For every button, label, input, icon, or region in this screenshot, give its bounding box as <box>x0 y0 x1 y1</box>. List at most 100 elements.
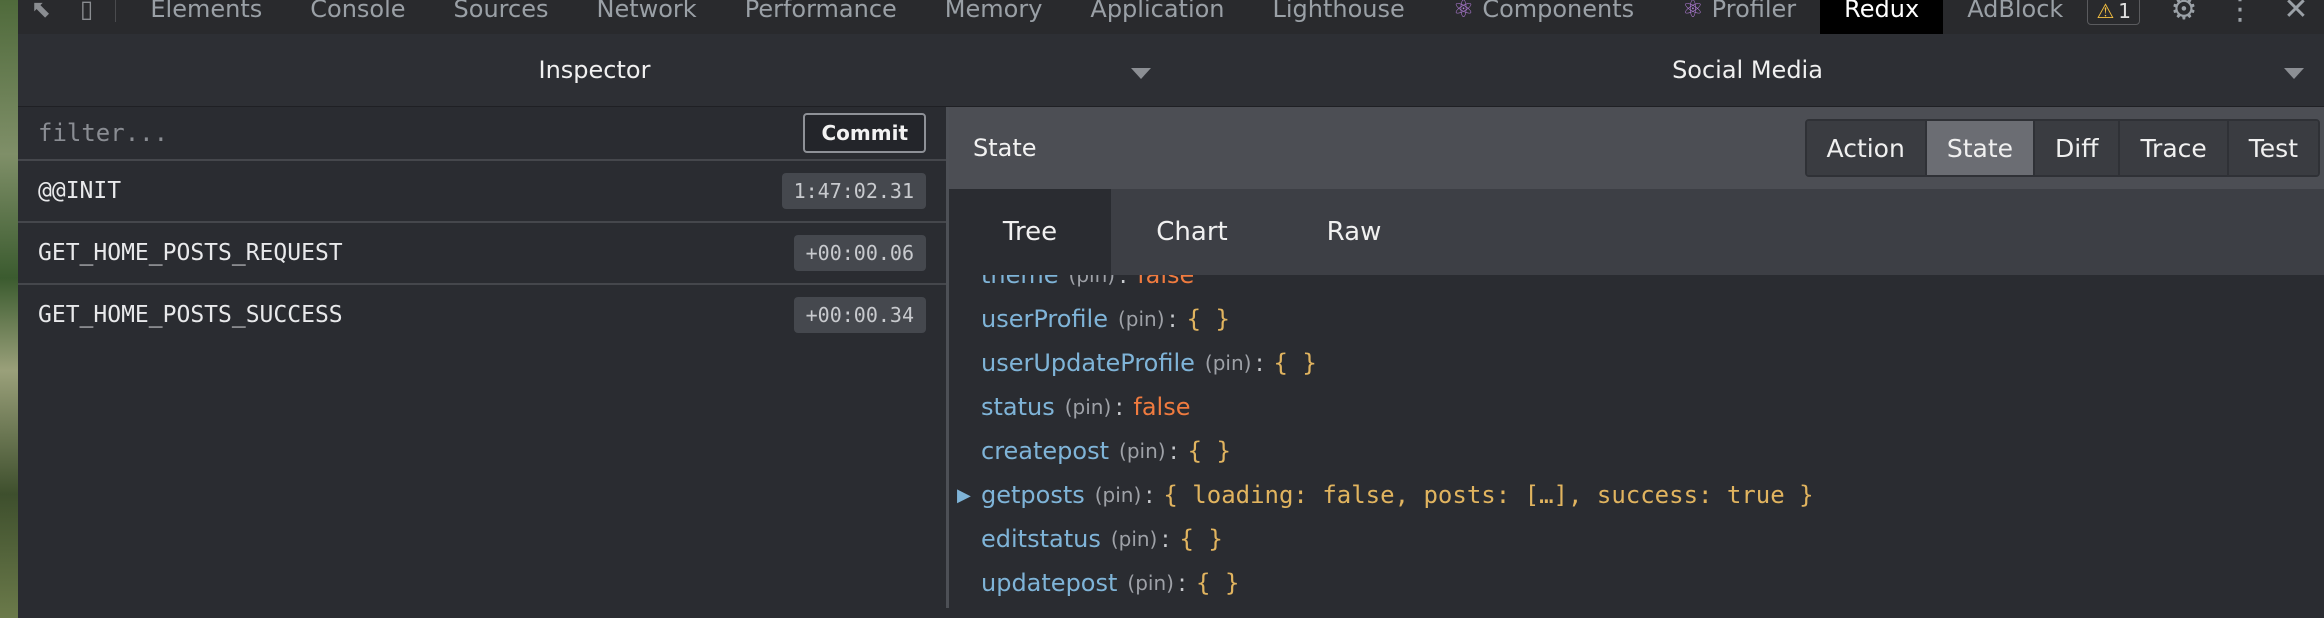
tab-performance[interactable]: Performance <box>721 0 921 26</box>
devtools-right-controls: ⚠ 1 ⚙ ⋮ ✕ <box>2087 0 2324 34</box>
store-select-label: Social Media <box>1672 56 1823 84</box>
tab-redux[interactable]: Redux <box>1820 0 1944 34</box>
tree-node[interactable]: createpost (pin) : { } <box>981 429 2324 473</box>
tab-tree[interactable]: Tree <box>949 189 1111 275</box>
devtools-tab-bar: ⬉ ▯ Elements Console Sources Network Per… <box>18 0 2324 35</box>
tree-colon: : <box>1169 437 1178 465</box>
tab-elements[interactable]: Elements <box>126 0 286 26</box>
pin-toggle[interactable]: (pin) <box>1069 275 1116 287</box>
tree-key: updatepost <box>981 569 1118 597</box>
warning-count: 1 <box>2118 0 2131 23</box>
settings-gear-icon[interactable]: ⚙ <box>2156 0 2212 27</box>
tab-action[interactable]: Action <box>1806 121 1927 175</box>
tree-value: { } <box>1187 437 1232 465</box>
tab-trace[interactable]: Trace <box>2120 121 2229 175</box>
tree-key: userProfile <box>981 305 1108 333</box>
tab-raw[interactable]: Raw <box>1273 189 1435 275</box>
tab-memory[interactable]: Memory <box>921 0 1067 26</box>
tab-sources[interactable]: Sources <box>430 0 573 26</box>
tree-colon: : <box>1161 525 1170 553</box>
pin-toggle[interactable]: (pin) <box>1095 483 1142 507</box>
tree-value: { } <box>1186 305 1230 333</box>
commit-button[interactable]: Commit <box>803 113 926 153</box>
action-timestamp: +00:00.06 <box>793 235 926 271</box>
action-list-item[interactable]: GET_HOME_POSTS_SUCCESS +00:00.34 <box>18 285 946 345</box>
tree-key: theme <box>981 275 1059 289</box>
action-name: @@INIT <box>38 178 122 204</box>
tab-chart[interactable]: Chart <box>1111 189 1273 275</box>
filter-row: Commit <box>18 107 946 161</box>
inspect-element-icon[interactable]: ⬉ <box>18 0 64 23</box>
tree-colon: : <box>1168 305 1177 333</box>
tab-redux-label: Redux <box>1844 0 1920 23</box>
inspector-header: State Action State Diff Trace Test <box>949 107 2324 189</box>
tree-key: createpost <box>981 437 1110 465</box>
tree-colon: : <box>1255 349 1264 377</box>
desktop-background-strip <box>0 0 18 618</box>
action-list-item[interactable]: GET_HOME_POSTS_REQUEST +00:00.06 <box>18 223 946 285</box>
tab-console[interactable]: Console <box>286 0 429 26</box>
action-list-pane: Commit @@INIT 1:47:02.31 GET_HOME_POSTS_… <box>18 107 949 608</box>
inspector-mode-tabs: Action State Diff Trace Test <box>1804 119 2320 177</box>
chevron-down-icon <box>1131 68 1151 79</box>
tree-value: { } <box>1196 569 1240 597</box>
tree-node[interactable]: status (pin) : false <box>981 385 2324 429</box>
action-name: GET_HOME_POSTS_REQUEST <box>38 240 343 266</box>
tab-state[interactable]: State <box>1926 121 2036 175</box>
tree-key: status <box>981 393 1055 421</box>
tab-test[interactable]: Test <box>2228 121 2318 175</box>
tree-value: { } <box>1273 349 1317 377</box>
expand-arrow-icon[interactable]: ▶ <box>957 485 971 506</box>
tree-node[interactable]: userUpdateProfile (pin) : { } <box>981 341 2324 385</box>
monitor-select-label: Inspector <box>538 56 651 84</box>
pin-toggle[interactable]: (pin) <box>1118 307 1165 331</box>
close-icon[interactable]: ✕ <box>2268 0 2324 27</box>
react-icon: ⚛ <box>1682 0 1704 23</box>
pin-toggle[interactable]: (pin) <box>1111 527 1158 551</box>
monitor-select[interactable]: Inspector <box>18 34 1171 106</box>
panel-title: State <box>973 134 1037 162</box>
redux-header: Inspector Social Media <box>18 34 2324 107</box>
tab-components[interactable]: ⚛ Components <box>1429 0 1658 26</box>
tab-network[interactable]: Network <box>572 0 720 26</box>
tab-lighthouse[interactable]: Lighthouse <box>1249 0 1429 26</box>
action-list-item[interactable]: @@INIT 1:47:02.31 <box>18 161 946 223</box>
pin-toggle[interactable]: (pin) <box>1127 571 1174 595</box>
warning-icon: ⚠ <box>2096 0 2115 23</box>
tree-value: false <box>1137 275 1195 289</box>
tree-node[interactable]: updatepost (pin) : { } <box>981 561 2324 605</box>
tree-colon: : <box>1177 569 1187 597</box>
tree-key: editstatus <box>981 525 1101 553</box>
view-tabs: Tree Chart Raw <box>949 189 2324 275</box>
tree-key: userUpdateProfile <box>981 349 1195 377</box>
device-toggle-icon[interactable]: ▯ <box>64 0 110 23</box>
tree-node-collapsed[interactable]: ▶ getposts (pin) : { loading: false, pos… <box>957 473 2324 517</box>
tree-value: false <box>1133 393 1191 421</box>
filter-input[interactable] <box>18 112 804 154</box>
pin-toggle[interactable]: (pin) <box>1205 351 1252 375</box>
pin-toggle[interactable]: (pin) <box>1119 439 1166 463</box>
state-tree: theme (pin) : false userProfile (pin) : … <box>949 275 2324 608</box>
store-select[interactable]: Social Media <box>1171 34 2324 106</box>
tree-key: getposts <box>981 481 1085 509</box>
warnings-badge[interactable]: ⚠ 1 <box>2087 0 2140 25</box>
tree-colon: : <box>1115 393 1124 421</box>
state-inspector-pane: State Action State Diff Trace Test Tree … <box>949 107 2324 608</box>
tab-adblock[interactable]: AdBlock <box>1943 0 2087 26</box>
tree-value: { loading: false, posts: […], success: t… <box>1163 481 1814 509</box>
tree-colon: : <box>1119 275 1128 289</box>
tree-node[interactable]: editstatus (pin) : { } <box>981 517 2324 561</box>
action-timestamp: +00:00.34 <box>793 297 926 333</box>
tree-node[interactable]: userProfile (pin) : { } <box>981 297 2324 341</box>
action-timestamp: 1:47:02.31 <box>781 173 926 209</box>
tab-profiler-label: Profiler <box>1711 0 1797 23</box>
tab-profiler[interactable]: ⚛ Profiler <box>1658 0 1820 26</box>
pin-toggle[interactable]: (pin) <box>1065 395 1112 419</box>
tree-value: { } <box>1179 525 1223 553</box>
tree-colon: : <box>1145 481 1154 509</box>
toolbar-divider <box>115 0 117 22</box>
more-vertical-icon[interactable]: ⋮ <box>2212 0 2268 27</box>
tab-diff[interactable]: Diff <box>2035 121 2121 175</box>
tree-node[interactable]: theme (pin) : false <box>981 275 2324 297</box>
tab-application[interactable]: Application <box>1066 0 1248 26</box>
